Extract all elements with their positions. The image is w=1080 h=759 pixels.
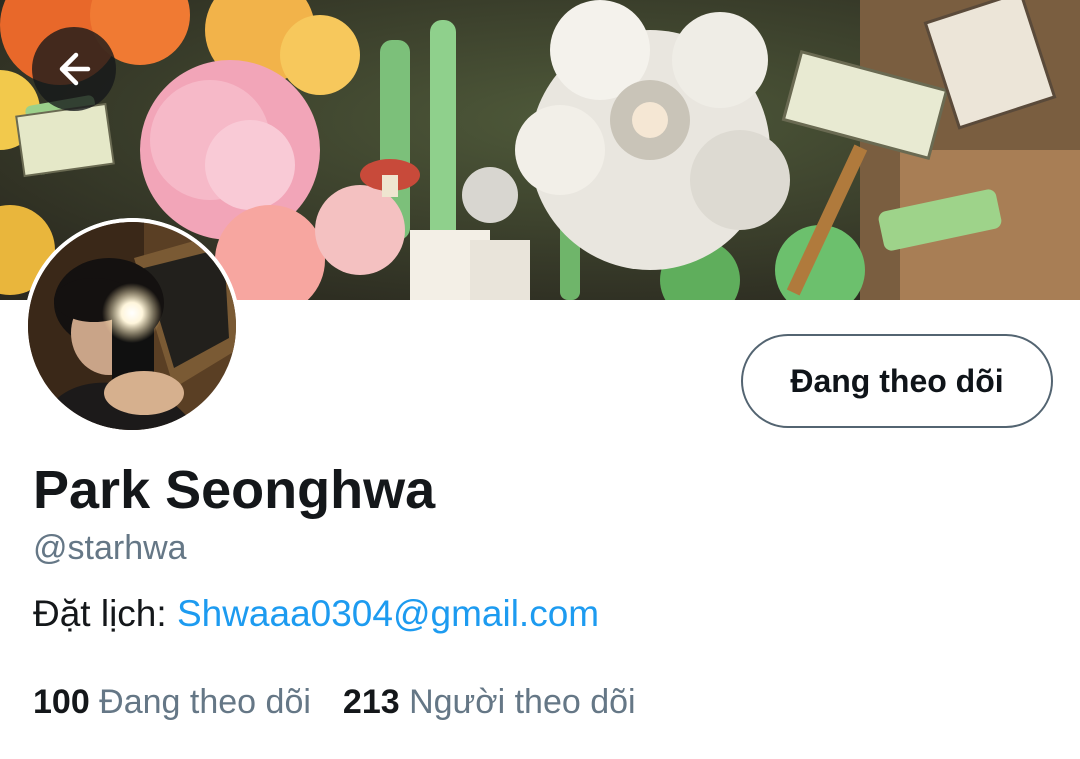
- bio-email-link[interactable]: Shwaaa0304@gmail.com: [177, 593, 599, 634]
- bio-prefix-text: Đặt lịch:: [33, 593, 177, 634]
- following-button[interactable]: Đang theo dõi: [741, 334, 1053, 428]
- following-label: Đang theo dõi: [89, 683, 311, 721]
- profile-avatar[interactable]: [24, 218, 240, 434]
- avatar-photo: [24, 218, 240, 434]
- followers-stat[interactable]: 213 Người theo dõi: [343, 680, 636, 724]
- display-name: Park Seonghwa: [33, 460, 436, 520]
- followers-label: Người theo dõi: [399, 683, 636, 721]
- follow-stats: 100 Đang theo dõi 213 Người theo dõi: [33, 680, 636, 724]
- arrow-left-icon: [59, 52, 91, 86]
- profile-page: Đang theo dõi Park Seonghwa @starhwa Đặt…: [0, 0, 1080, 759]
- following-stat[interactable]: 100 Đang theo dõi: [33, 680, 311, 724]
- username-handle: @starhwa: [33, 529, 187, 567]
- profile-bio: Đặt lịch: Shwaaa0304@gmail.com: [33, 592, 599, 636]
- followers-count: 213: [342, 683, 400, 721]
- following-count: 100: [33, 683, 90, 721]
- back-button[interactable]: [32, 27, 116, 111]
